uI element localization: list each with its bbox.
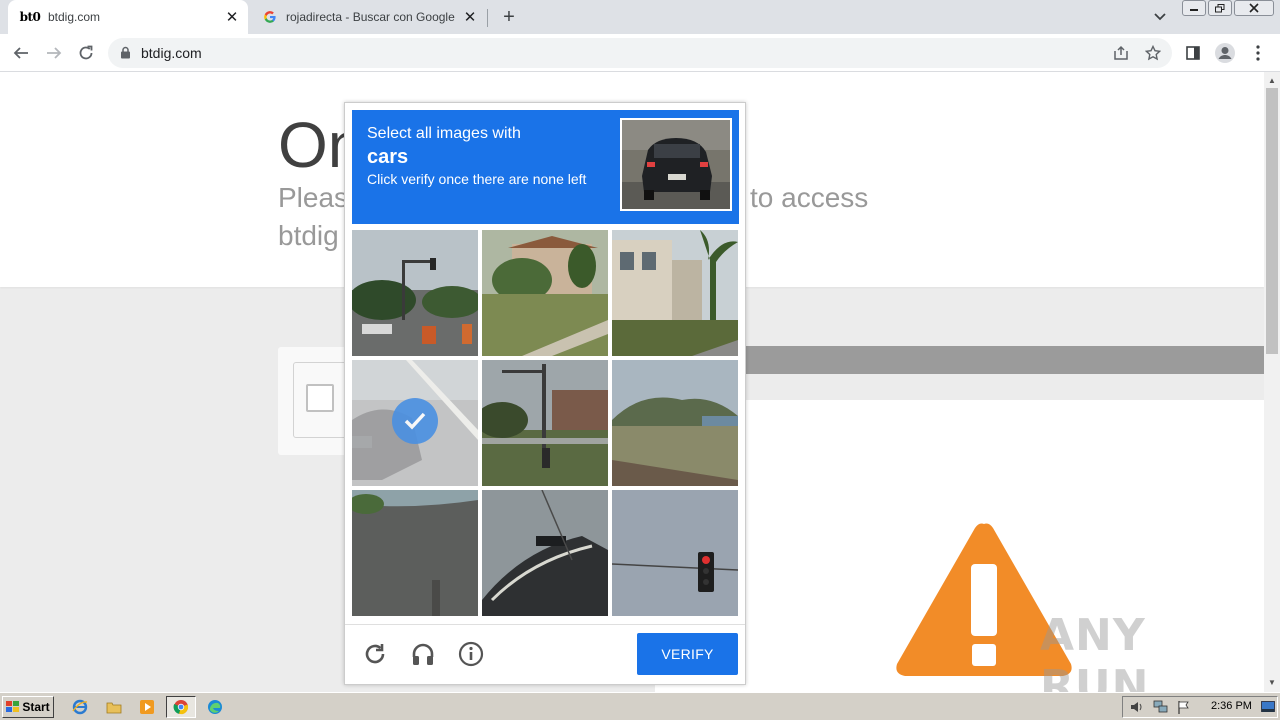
media-player-icon[interactable] xyxy=(137,698,157,716)
close-window-button[interactable] xyxy=(1234,0,1274,16)
scroll-thumb[interactable] xyxy=(1266,88,1278,354)
footer-divider xyxy=(345,624,745,625)
image-tile[interactable] xyxy=(482,360,608,486)
page-subtitle: Pleas xyxy=(278,182,349,213)
image-tile[interactable] xyxy=(612,490,738,616)
image-grid xyxy=(352,230,739,617)
scroll-down-arrow-icon[interactable]: ▼ xyxy=(1268,678,1276,687)
minimize-button[interactable] xyxy=(1182,0,1206,16)
window-controls xyxy=(1182,0,1274,16)
edge-icon[interactable] xyxy=(205,698,225,716)
image-tile[interactable] xyxy=(612,360,738,486)
clock: 2:36 PM xyxy=(1211,700,1252,712)
page-subtitle-continued: to access xyxy=(750,182,869,213)
page-scrollbar[interactable]: ▲ ▼ xyxy=(1264,72,1280,692)
menu-kebab-icon[interactable] xyxy=(1246,41,1270,65)
tab-google-search[interactable]: rojadirecta - Buscar con Google ✕ xyxy=(250,0,486,34)
tab-title: btdig.com xyxy=(48,10,101,24)
image-tile[interactable] xyxy=(482,230,608,356)
close-icon[interactable]: ✕ xyxy=(460,7,480,27)
new-tab-button[interactable]: + xyxy=(498,6,520,28)
side-panel-icon[interactable] xyxy=(1181,41,1205,65)
address-bar[interactable]: btdig.com xyxy=(108,38,1172,68)
sample-car-image xyxy=(620,118,732,211)
windows-logo-icon xyxy=(6,701,20,712)
tab-btdig[interactable]: bt0 btdig.com ✕ xyxy=(8,0,248,34)
scroll-up-arrow-icon[interactable]: ▲ xyxy=(1268,76,1276,85)
image-tile[interactable] xyxy=(482,490,608,616)
btdig-favicon-icon: bt0 xyxy=(19,10,41,24)
start-button[interactable]: Start xyxy=(2,696,54,718)
challenge-target: cars xyxy=(367,146,409,168)
start-label: Start xyxy=(22,700,50,714)
image-tile-selected[interactable] xyxy=(352,360,478,486)
back-button[interactable] xyxy=(9,41,33,65)
file-explorer-icon[interactable] xyxy=(104,698,124,716)
profile-avatar-icon[interactable] xyxy=(1213,41,1237,65)
image-tile[interactable] xyxy=(352,230,478,356)
network-icon[interactable] xyxy=(1153,700,1169,714)
audio-challenge-icon[interactable] xyxy=(409,640,437,668)
verify-button[interactable]: VERIFY xyxy=(637,633,738,675)
forward-button[interactable] xyxy=(42,41,66,65)
chevron-down-icon[interactable] xyxy=(1150,8,1170,26)
star-icon[interactable] xyxy=(1144,44,1162,62)
info-icon[interactable] xyxy=(457,640,485,668)
gray-banner xyxy=(745,346,1264,374)
check-icon xyxy=(392,398,438,444)
browser-toolbar: btdig.com xyxy=(0,34,1280,72)
volume-icon[interactable] xyxy=(1129,700,1145,714)
url-text: btdig.com xyxy=(141,45,202,61)
windows-taskbar: Start 2:36 PM xyxy=(0,692,1280,720)
challenge-instruction: Select all images with xyxy=(367,125,521,142)
flag-icon[interactable] xyxy=(1177,700,1193,714)
recaptcha-challenge-dialog: Select all images with cars Click verify… xyxy=(344,102,746,685)
share-icon[interactable] xyxy=(1112,44,1130,62)
challenge-hint: Click verify once there are none left xyxy=(367,171,587,187)
google-favicon-icon xyxy=(262,9,278,25)
reload-challenge-icon[interactable] xyxy=(361,640,389,668)
tab-title: rojadirecta - Buscar con Google xyxy=(286,10,455,24)
anyrun-watermark: ANY RUN xyxy=(1040,610,1150,692)
challenge-header: Select all images with cars Click verify… xyxy=(352,110,739,224)
captcha-checkbox[interactable] xyxy=(306,384,334,412)
restore-button[interactable] xyxy=(1208,0,1232,16)
tab-strip: bt0 btdig.com ✕ rojadirecta - Buscar con… xyxy=(0,0,1280,34)
lock-icon xyxy=(120,46,131,64)
chrome-icon[interactable] xyxy=(166,696,196,718)
close-icon[interactable]: ✕ xyxy=(222,7,242,27)
page-subtitle-line2: btdig xyxy=(278,220,339,251)
internet-explorer-icon[interactable] xyxy=(70,698,90,716)
system-tray: 2:36 PM xyxy=(1122,696,1278,718)
show-desktop-icon[interactable] xyxy=(1261,700,1277,714)
tab-separator xyxy=(487,9,488,27)
image-tile[interactable] xyxy=(612,230,738,356)
reload-button[interactable] xyxy=(74,41,98,65)
image-tile[interactable] xyxy=(352,490,478,616)
